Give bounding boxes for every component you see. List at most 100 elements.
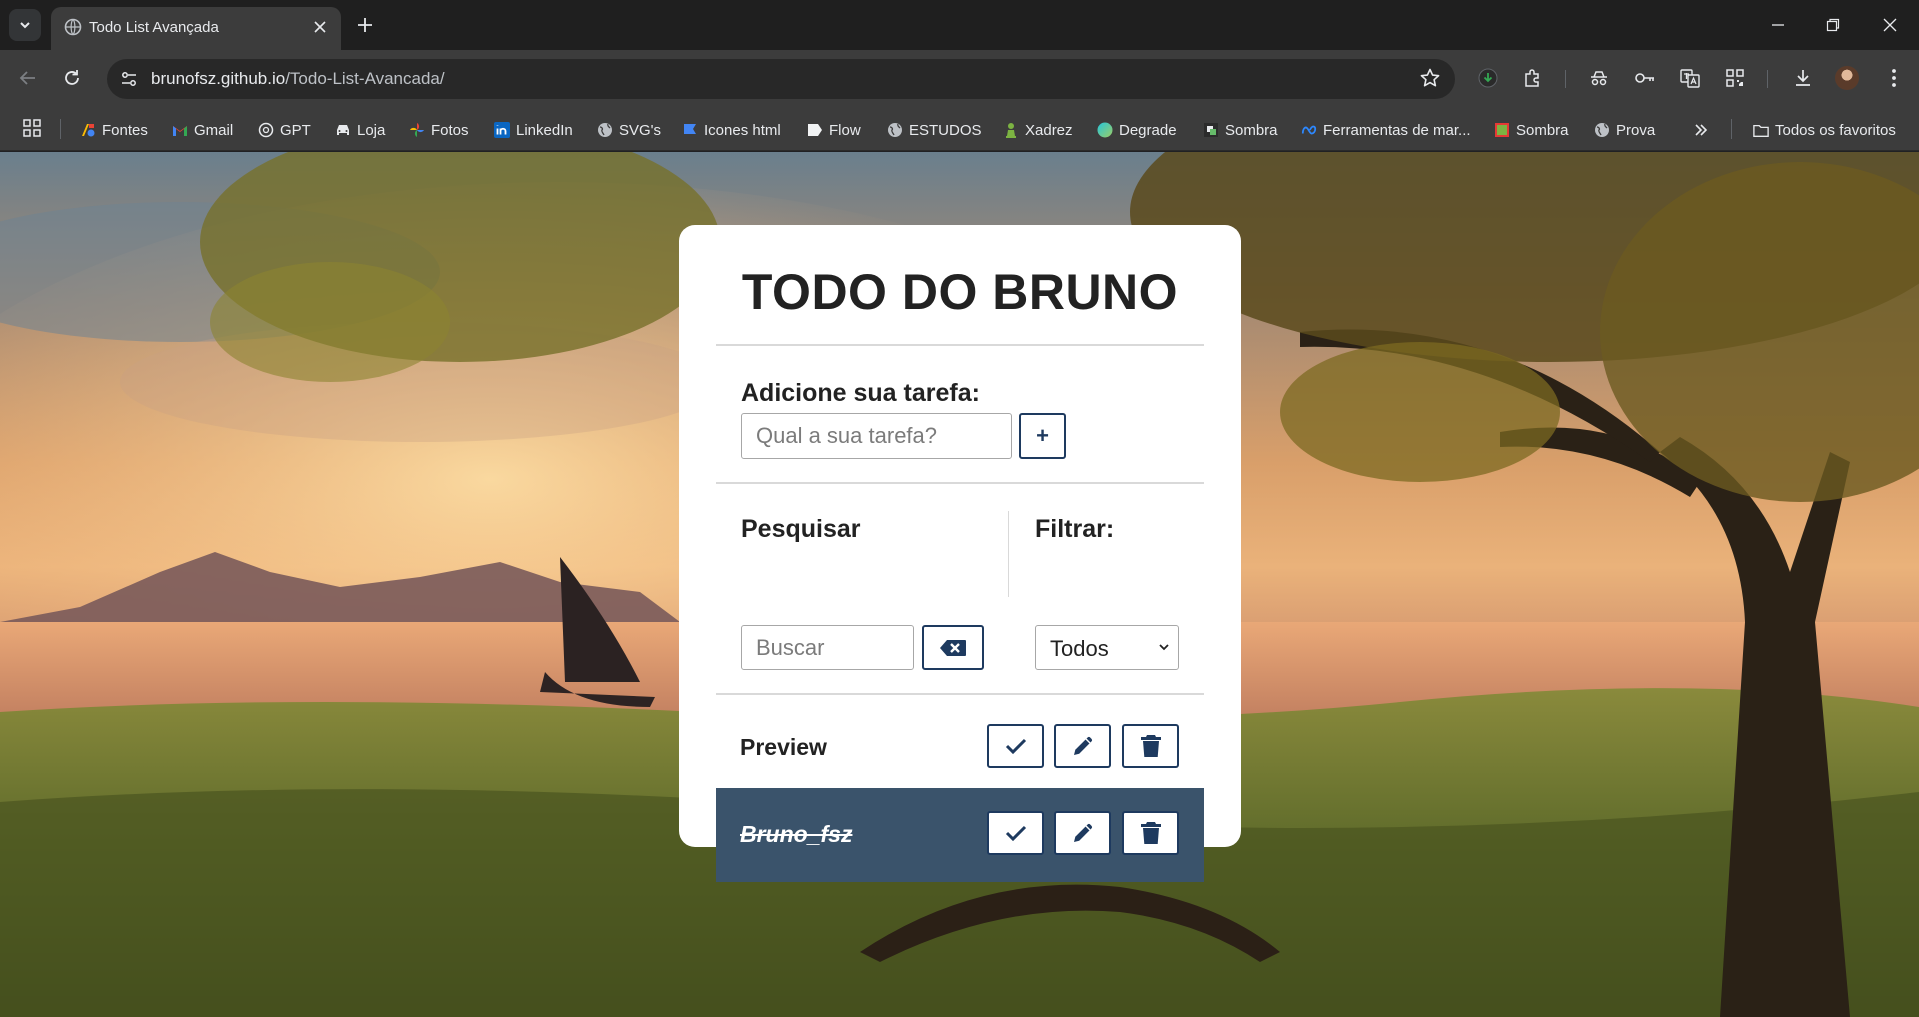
bookmark-label: Xadrez [1025,121,1073,139]
bookmark-label: Icones html [704,121,781,139]
backspace-icon [940,639,966,656]
apps-grid-icon[interactable] [22,118,42,138]
bookmark-label: Prova [1616,121,1656,139]
divider [716,344,1204,346]
bookmark-label: Ferramentas de mar... [1323,121,1471,139]
todo-title: Bruno_fsz [740,821,853,847]
all-bookmarks-label: Todos os favoritos [1775,121,1896,139]
bookmark-label: Fotos [431,121,469,139]
page-title: TODO DO BRUNO [741,264,1179,320]
bookmark-loja[interactable]: Loja [335,119,385,141]
globe-icon [1594,122,1610,138]
bookmark-label: LinkedIn [516,121,573,139]
bookmark-icones-html[interactable]: Icones html [682,119,781,141]
todo-card: TODO DO BRUNO Adicione sua tarefa: + Pes… [679,225,1241,882]
finish-todo-button[interactable] [987,724,1044,768]
trash-icon [1140,822,1161,844]
more-menu-icon[interactable] [1880,64,1908,92]
minimize-icon [1772,24,1784,26]
bookmark-flow[interactable]: Flow [807,119,861,141]
finish-todo-button[interactable] [987,811,1044,855]
extensions-puzzle-icon[interactable] [1519,64,1547,92]
bookmark-degrade[interactable]: Degrade [1097,119,1177,141]
bookmark-fontes[interactable]: Fontes [80,119,148,141]
add-task-button[interactable]: + [1019,413,1066,459]
bookmark-label: Fontes [102,121,148,139]
bookmark-label: Flow [829,121,861,139]
pencil-icon [1073,737,1092,755]
check-icon [1005,825,1026,842]
bookmark-ferramentas[interactable]: Ferramentas de mar... [1301,119,1471,141]
close-window-button[interactable] [1875,10,1905,40]
qr-code-icon[interactable] [1721,64,1749,92]
trash-icon [1140,735,1161,757]
filter-select[interactable]: Todos [1035,625,1179,670]
bookmark-label: Sombra [1225,121,1278,139]
add-task-label: Adicione sua tarefa: [741,379,980,407]
clear-search-button[interactable] [922,625,984,670]
google-fonts-icon [80,122,96,138]
filter-selected-value: Todos [1050,636,1109,661]
more-bookmarks-button[interactable] [1693,119,1709,141]
bookmark-linkedin[interactable]: LinkedIn [494,119,573,141]
back-button[interactable] [13,63,43,93]
minimize-button[interactable] [1763,10,1793,40]
restore-icon [1826,18,1840,32]
new-tab-button[interactable] [352,12,378,38]
edit-todo-button[interactable] [1054,724,1111,768]
remove-todo-button[interactable] [1122,811,1179,855]
linkedin-icon [494,122,510,138]
toolbar-separator [1767,70,1768,88]
plus-icon [358,18,372,32]
sombra-square-icon [1494,122,1510,138]
filter-label: Filtrar: [1035,515,1115,543]
incognito-icon[interactable] [1585,64,1613,92]
extension-download-icon[interactable] [1474,64,1502,92]
bookmark-fotos[interactable]: Fotos [409,119,469,141]
profile-avatar[interactable] [1835,66,1859,90]
translate-icon[interactable] [1676,64,1704,92]
bookmark-label: Sombra [1516,121,1569,139]
task-input[interactable] [741,413,1012,459]
all-bookmarks-folder[interactable]: Todos os favoritos [1753,119,1896,141]
flag-icon [682,122,698,138]
url-path: /Todo-List-Avancada/ [285,69,445,88]
tab-search-button[interactable] [9,9,41,41]
bookmark-label: ESTUDOS [909,121,982,139]
globe-icon [887,122,903,138]
close-icon [1883,18,1897,32]
bookmark-star-icon[interactable] [1419,67,1441,89]
folder-icon [1753,122,1769,138]
bookmark-gmail[interactable]: Gmail [172,119,233,141]
close-tab-button[interactable] [309,16,331,38]
password-key-icon[interactable] [1631,64,1659,92]
flow-icon [807,122,823,138]
bookmark-estudos[interactable]: ESTUDOS [887,119,982,141]
downloads-icon[interactable] [1789,64,1817,92]
bookmark-sombra-2[interactable]: Sombra [1494,119,1569,141]
bookmark-gpt[interactable]: GPT [258,119,311,141]
bookmarks-bar: Fontes Gmail GPT Loja Fotos LinkedIn SVG… [0,107,1919,151]
active-tab[interactable]: Todo List Avançada [51,7,341,50]
reload-button[interactable] [57,63,87,93]
edit-todo-button[interactable] [1054,811,1111,855]
bookmark-svgs[interactable]: SVG's [597,119,661,141]
pencil-icon [1073,824,1092,842]
bookmark-xadrez[interactable]: Xadrez [1003,119,1073,141]
chatgpt-icon [258,122,274,138]
bookmark-label: GPT [280,121,311,139]
car-icon [335,122,351,138]
divider [716,693,1204,695]
site-info-button[interactable] [117,67,141,91]
remove-todo-button[interactable] [1122,724,1179,768]
bookmark-sombra[interactable]: Sombra [1203,119,1278,141]
bookmark-prova[interactable]: Prova [1594,119,1655,141]
address-bar[interactable]: brunofsz.github.io/Todo-List-Avancada/ [107,59,1455,99]
check-icon [1005,738,1026,755]
tune-icon [122,72,136,86]
restore-button[interactable] [1818,10,1848,40]
todo-item: Preview [716,701,1204,795]
meta-icon [1301,122,1317,138]
add-button-label: + [1036,423,1049,448]
search-input[interactable] [741,625,914,670]
